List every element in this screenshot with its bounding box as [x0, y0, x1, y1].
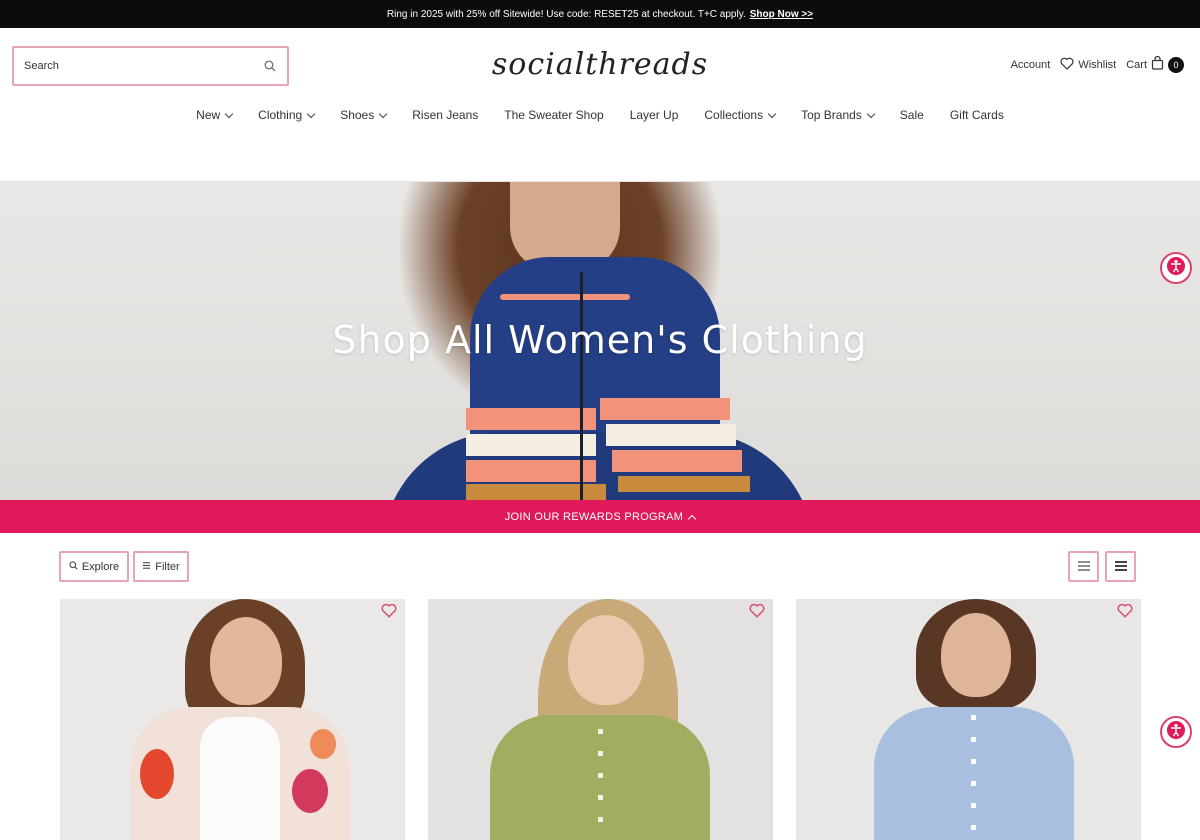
hero-stripe: [466, 484, 606, 500]
bag-icon: [1151, 55, 1164, 73]
hero-banner: Shop All Women's Clothing: [0, 182, 1200, 500]
hero-zipper: [580, 272, 583, 500]
nav-item-layer-up[interactable]: Layer Up: [630, 108, 679, 122]
rewards-banner[interactable]: JOIN OUR REWARDS PROGRAM: [0, 500, 1200, 533]
hero-title: Shop All Women's Clothing: [332, 318, 868, 362]
search-icon: [69, 560, 78, 573]
filter-label: Filter: [155, 560, 180, 573]
product-image-face: [941, 613, 1011, 697]
hero-stripe: [606, 424, 736, 446]
accessibility-button[interactable]: [1160, 716, 1192, 748]
product-image-face: [210, 617, 282, 705]
explore-button[interactable]: Explore: [59, 551, 129, 582]
hero-stripe: [600, 398, 730, 420]
product-image-pattern: [140, 749, 174, 799]
grid-view-button[interactable]: [1068, 551, 1099, 582]
account-link[interactable]: Account: [1011, 59, 1051, 71]
chevron-down-icon: [378, 109, 388, 118]
nav-label: Sale: [899, 108, 924, 122]
nav-label: Layer Up: [629, 108, 679, 122]
nav-item-shoes[interactable]: Shoes: [340, 108, 388, 122]
product-image-pattern: [310, 729, 336, 759]
hero-stripe: [612, 450, 742, 472]
site-logo[interactable]: socialthreads: [492, 44, 707, 84]
filter-button[interactable]: Filter: [133, 551, 189, 582]
product-card[interactable]: [60, 599, 405, 840]
nav-label: Gift Cards: [949, 108, 1004, 122]
nav-item-clothing[interactable]: Clothing: [258, 108, 316, 122]
list-view-button[interactable]: [1105, 551, 1136, 582]
heart-icon: [749, 603, 765, 623]
announcement-text: Ring in 2025 with 25% off Sitewide! Use …: [386, 8, 746, 20]
heart-icon: [381, 603, 397, 623]
wishlist-heart-button[interactable]: [379, 603, 399, 623]
nav-item-new[interactable]: New: [196, 108, 234, 122]
accessibility-button[interactable]: [1160, 252, 1192, 284]
wishlist-heart-button[interactable]: [747, 603, 767, 623]
announcement-bar: Ring in 2025 with 25% off Sitewide! Use …: [0, 0, 1200, 28]
chevron-up-icon: [688, 514, 697, 523]
nav-label: Collections: [704, 108, 764, 122]
search-input[interactable]: [24, 60, 263, 72]
product-image-top: [200, 717, 280, 840]
chevron-down-icon: [224, 109, 234, 118]
accessibility-icon: [1166, 256, 1186, 281]
search-bar[interactable]: [12, 46, 289, 86]
wishlist-link[interactable]: Wishlist: [1060, 57, 1116, 73]
main-nav: New Clothing Shoes Risen Jeans The Sweat…: [0, 108, 1200, 122]
product-card[interactable]: [428, 599, 773, 840]
cart-label: Cart: [1126, 58, 1147, 71]
grid-icon: [1077, 558, 1090, 576]
filter-icon: [142, 561, 151, 573]
nav-label: Risen Jeans: [412, 108, 479, 122]
wishlist-heart-button[interactable]: [1115, 603, 1135, 623]
wishlist-label: Wishlist: [1078, 58, 1117, 71]
product-image-face: [568, 615, 644, 705]
chevron-down-icon: [306, 109, 316, 118]
nav-item-sale[interactable]: Sale: [900, 108, 924, 122]
nav-label: The Sweater Shop: [504, 108, 604, 122]
nav-item-collections[interactable]: Collections: [704, 108, 777, 122]
heart-icon: [1117, 603, 1133, 623]
nav-item-risen-jeans[interactable]: Risen Jeans: [412, 108, 478, 122]
hero-stripe: [466, 460, 596, 482]
nav-label: Clothing: [258, 108, 303, 122]
rewards-label: JOIN OUR REWARDS PROGRAM: [504, 510, 684, 523]
hero-stripe: [618, 476, 750, 492]
nav-item-sweater-shop[interactable]: The Sweater Shop: [504, 108, 603, 122]
product-card[interactable]: [796, 599, 1141, 840]
chevron-down-icon: [767, 109, 777, 118]
hero-collar-stripe: [500, 294, 630, 300]
product-image-pattern: [292, 769, 328, 813]
site-header: socialthreads Account Wishlist Cart 0 Ne…: [0, 28, 1200, 182]
cart-link[interactable]: Cart 0: [1126, 55, 1184, 73]
product-image-buttons: [598, 729, 603, 839]
announcement-shop-link[interactable]: Shop Now >>: [750, 9, 813, 20]
product-image-buttons: [971, 715, 976, 835]
nav-label: Top Brands: [801, 108, 862, 122]
search-icon[interactable]: [263, 59, 277, 73]
nav-item-top-brands[interactable]: Top Brands: [801, 108, 876, 122]
accessibility-icon: [1166, 720, 1186, 745]
nav-item-gift-cards[interactable]: Gift Cards: [950, 108, 1004, 122]
list-icon: [1114, 558, 1127, 576]
explore-label: Explore: [81, 560, 120, 573]
heart-icon: [1060, 57, 1074, 73]
hero-stripe: [466, 434, 596, 456]
header-actions: Account Wishlist Cart 0: [1011, 55, 1184, 73]
hero-stripe: [466, 408, 596, 430]
cart-count-badge: 0: [1168, 56, 1184, 73]
nav-label: Shoes: [340, 108, 375, 122]
chevron-down-icon: [866, 109, 876, 118]
nav-label: New: [196, 108, 221, 122]
